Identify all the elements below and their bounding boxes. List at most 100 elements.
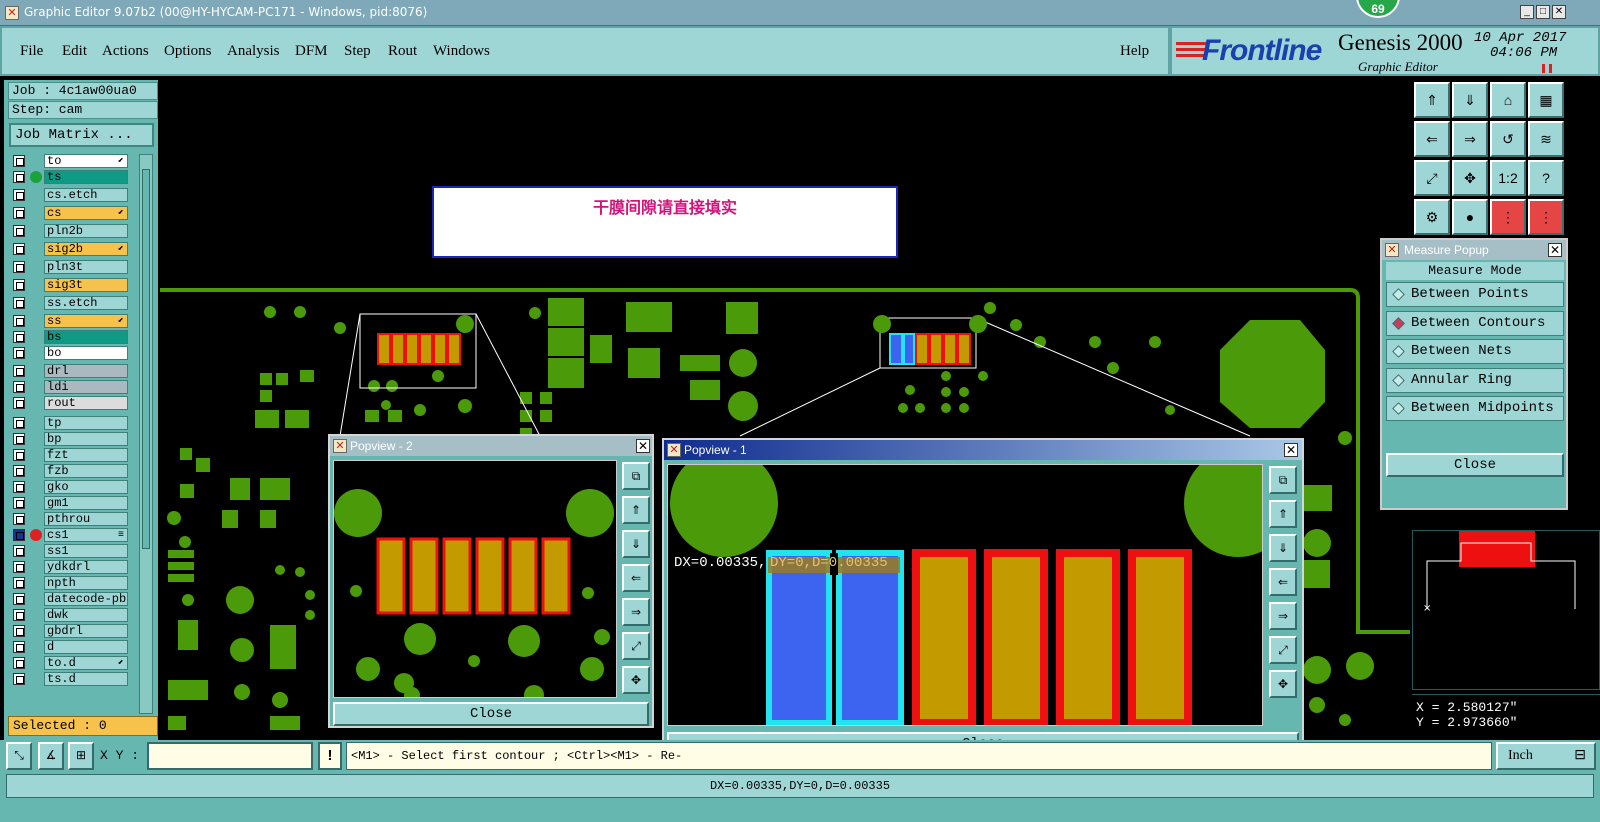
pv1-left-icon[interactable]: ⇐: [1269, 568, 1297, 596]
layer-checkbox[interactable]: [13, 171, 25, 183]
layer-row[interactable]: bs: [10, 330, 134, 344]
measure-option[interactable]: Between Nets: [1386, 339, 1564, 364]
layer-row[interactable]: ss1: [10, 544, 134, 558]
layer-name[interactable]: npth: [44, 576, 128, 590]
radio-diamond-icon[interactable]: [1392, 373, 1405, 387]
angle-mode-icon[interactable]: ∡: [38, 742, 64, 770]
layer-row[interactable]: ydkdrl: [10, 560, 134, 574]
layer-row[interactable]: ss.etch: [10, 296, 134, 310]
layer-checkbox[interactable]: [13, 561, 25, 573]
pv2-down-icon[interactable]: ⇓: [622, 530, 650, 558]
layer-checkbox[interactable]: [13, 207, 25, 219]
layer-row[interactable]: pthrou: [10, 512, 134, 526]
layer-name[interactable]: cs1 ≡: [44, 528, 128, 542]
layer-name[interactable]: dwk: [44, 608, 128, 622]
layer-row[interactable]: cs.etch: [10, 188, 134, 202]
layer-name[interactable]: cs ⬋: [44, 206, 128, 220]
zoom-fit-icon[interactable]: ⤢: [1414, 160, 1450, 196]
pv1-right-icon[interactable]: ⇒: [1269, 602, 1297, 630]
layer-row[interactable]: sig2b ⬋: [10, 242, 134, 256]
popview-1-close-icon[interactable]: ✕: [1284, 443, 1298, 457]
xy-input[interactable]: [147, 742, 313, 770]
layer-row[interactable]: ldi: [10, 380, 134, 394]
layer-checkbox[interactable]: [13, 365, 25, 377]
layer-checkbox[interactable]: [13, 465, 25, 477]
layer-checkbox[interactable]: [13, 397, 25, 409]
close-window-button[interactable]: ✕: [1552, 5, 1566, 19]
layer-row[interactable]: ts: [10, 170, 134, 184]
layer-name[interactable]: gbdrl: [44, 624, 128, 638]
layer-name[interactable]: ts: [44, 170, 128, 184]
scale-icon[interactable]: 1:2: [1490, 160, 1526, 196]
scrollbar-thumb[interactable]: [142, 169, 150, 549]
pan-left-icon[interactable]: ⇐: [1414, 121, 1450, 157]
measure-option[interactable]: Between Midpoints: [1386, 396, 1564, 421]
radio-diamond-icon[interactable]: [1392, 345, 1405, 358]
layer-name[interactable]: ss.etch: [44, 296, 128, 310]
popview-2-close-icon[interactable]: ✕: [636, 439, 650, 453]
layer-checkbox[interactable]: [13, 513, 25, 525]
layer-row[interactable]: gko: [10, 480, 134, 494]
layer-name[interactable]: pthrou: [44, 512, 128, 526]
layer-checkbox[interactable]: [13, 155, 25, 167]
menu-help[interactable]: Help: [1120, 43, 1149, 60]
pan-right-icon[interactable]: ⇒: [1452, 121, 1488, 157]
layer-name[interactable]: sig2b ⬋: [44, 242, 128, 256]
layer-row[interactable]: fzb: [10, 464, 134, 478]
pv2-zoom-icon[interactable]: ⧉: [622, 462, 650, 490]
layer-row[interactable]: tp: [10, 416, 134, 430]
layer-checkbox[interactable]: [13, 673, 25, 685]
measure-option[interactable]: Between Points: [1386, 282, 1564, 307]
layer-name[interactable]: bs: [44, 330, 128, 344]
menu-windows[interactable]: Windows: [433, 43, 490, 60]
snap-mode-icon[interactable]: ⤡: [6, 742, 32, 770]
popview-2-close-button[interactable]: Close: [333, 702, 649, 726]
layer-name[interactable]: drl: [44, 364, 128, 378]
layer-checkbox[interactable]: [13, 593, 25, 605]
pv2-up-icon[interactable]: ⇑: [622, 496, 650, 524]
layer-row[interactable]: to ⬋: [10, 154, 134, 168]
home-icon[interactable]: ⌂: [1490, 82, 1526, 118]
layer-checkbox[interactable]: [13, 261, 25, 273]
menu-step[interactable]: Step: [344, 43, 371, 60]
unit-selector[interactable]: Inch ⊟: [1496, 742, 1596, 770]
layer-row[interactable]: npth: [10, 576, 134, 590]
grid-icon[interactable]: ▦: [1528, 82, 1564, 118]
layer-name[interactable]: gko: [44, 480, 128, 494]
layer-name[interactable]: fzt: [44, 448, 128, 462]
layer-checkbox[interactable]: [13, 481, 25, 493]
menu-dfm[interactable]: DFM: [295, 43, 328, 60]
minimize-button[interactable]: _: [1520, 5, 1534, 19]
pv1-fit-icon[interactable]: ⤢: [1269, 636, 1297, 664]
measure-close-button[interactable]: Close: [1386, 453, 1564, 477]
pan-down-icon[interactable]: ⇓: [1452, 82, 1488, 118]
layer-row[interactable]: rout: [10, 396, 134, 410]
layer-row[interactable]: d: [10, 640, 134, 654]
layer-row[interactable]: dwk: [10, 608, 134, 622]
layer-name[interactable]: gm1: [44, 496, 128, 510]
layer-checkbox[interactable]: [13, 279, 25, 291]
measure-close-icon[interactable]: ✕: [1548, 243, 1562, 257]
pv1-zoom-icon[interactable]: ⧉: [1269, 466, 1297, 494]
layer-checkbox[interactable]: [13, 449, 25, 461]
layer-scrollbar[interactable]: [139, 154, 153, 714]
layer-checkbox[interactable]: [13, 497, 25, 509]
layer-row[interactable]: fzt: [10, 448, 134, 462]
layer-name[interactable]: ldi: [44, 380, 128, 394]
layer-row[interactable]: datecode-pbe: [10, 592, 134, 606]
layer-row[interactable]: cs1 ≡: [10, 528, 134, 542]
layer-name[interactable]: datecode-pbe: [44, 592, 128, 606]
menu-actions[interactable]: Actions: [102, 43, 149, 60]
layer-row[interactable]: gbdrl: [10, 624, 134, 638]
net-highlight-icon[interactable]: ⋮: [1490, 199, 1526, 235]
layer-row[interactable]: pln2b: [10, 224, 134, 238]
layer-name[interactable]: bo: [44, 346, 128, 360]
layer-checkbox[interactable]: [13, 381, 25, 393]
radio-diamond-icon[interactable]: [1392, 316, 1405, 330]
layer-checkbox[interactable]: [13, 625, 25, 637]
layer-row[interactable]: ss ⬋: [10, 314, 134, 328]
layer-row[interactable]: pln3t: [10, 260, 134, 274]
layer-row[interactable]: gm1: [10, 496, 134, 510]
layer-checkbox[interactable]: [13, 433, 25, 445]
zoom-home-icon[interactable]: ⇑: [1414, 82, 1450, 118]
